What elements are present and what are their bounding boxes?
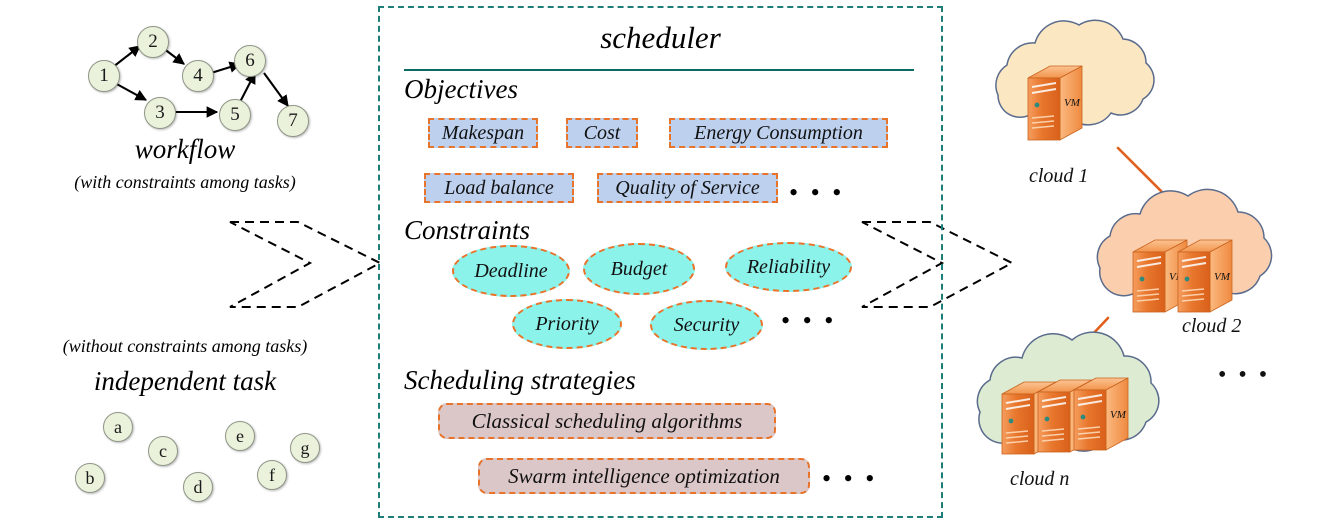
independent-node[interactable]: f	[257, 460, 287, 490]
independent-node[interactable]: d	[183, 472, 213, 502]
scheduler-title-rule	[404, 69, 914, 71]
constraint-ellipse[interactable]: Security	[650, 300, 763, 350]
vm-label: VM	[1214, 271, 1231, 283]
section-label-objectives: Objectives	[404, 74, 518, 104]
independent-node[interactable]: e	[225, 421, 255, 451]
objective-chip[interactable]: Energy Consumption	[669, 118, 888, 148]
objective-chip[interactable]: Quality of Service	[597, 173, 778, 203]
vm-label: VM	[1064, 97, 1081, 109]
strategy-pill[interactable]: Swarm intelligence optimization	[478, 458, 810, 494]
independent-node[interactable]: g	[290, 433, 320, 463]
cloud-label-2: cloud 2	[1182, 315, 1241, 337]
section-label-constraints: Constraints	[404, 215, 531, 245]
constraint-ellipse[interactable]: Reliability	[725, 242, 852, 292]
independent-node[interactable]: a	[103, 412, 133, 442]
objective-chip[interactable]: Load balance	[424, 173, 574, 203]
vm-label: VM	[1110, 409, 1127, 421]
objective-chip[interactable]: Cost	[566, 118, 638, 148]
strategies-ellipsis: • • •	[822, 464, 878, 493]
cloud-2: VM VM	[1096, 188, 1273, 313]
cloud-1: VM	[995, 19, 1155, 141]
clouds-ellipsis: • • •	[1218, 362, 1270, 388]
cloud-n: VM	[976, 331, 1160, 455]
independent-node[interactable]: c	[148, 436, 178, 466]
objective-chip[interactable]: Makespan	[428, 118, 538, 148]
clouds-group: VM cloud 1 VM VM cloud 2 • • • VM cloud …	[976, 19, 1273, 490]
constraints-ellipsis: • • •	[781, 306, 837, 335]
scheduler-title: scheduler	[600, 20, 721, 55]
cloud-label-n: cloud n	[1010, 468, 1069, 490]
constraint-ellipse[interactable]: Deadline	[452, 245, 570, 297]
objectives-ellipsis: • • •	[789, 178, 845, 207]
constraint-ellipse[interactable]: Budget	[583, 243, 695, 295]
section-label-strategies: Scheduling strategies	[404, 365, 636, 395]
constraint-ellipse[interactable]: Priority	[512, 299, 622, 349]
diagram-canvas: 1 2 3 4 5 6 7 workflow (with constraints…	[0, 0, 1328, 531]
strategy-pill[interactable]: Classical scheduling algorithms	[438, 403, 776, 439]
cloud-label-1: cloud 1	[1029, 165, 1088, 187]
independent-node[interactable]: b	[75, 463, 105, 493]
